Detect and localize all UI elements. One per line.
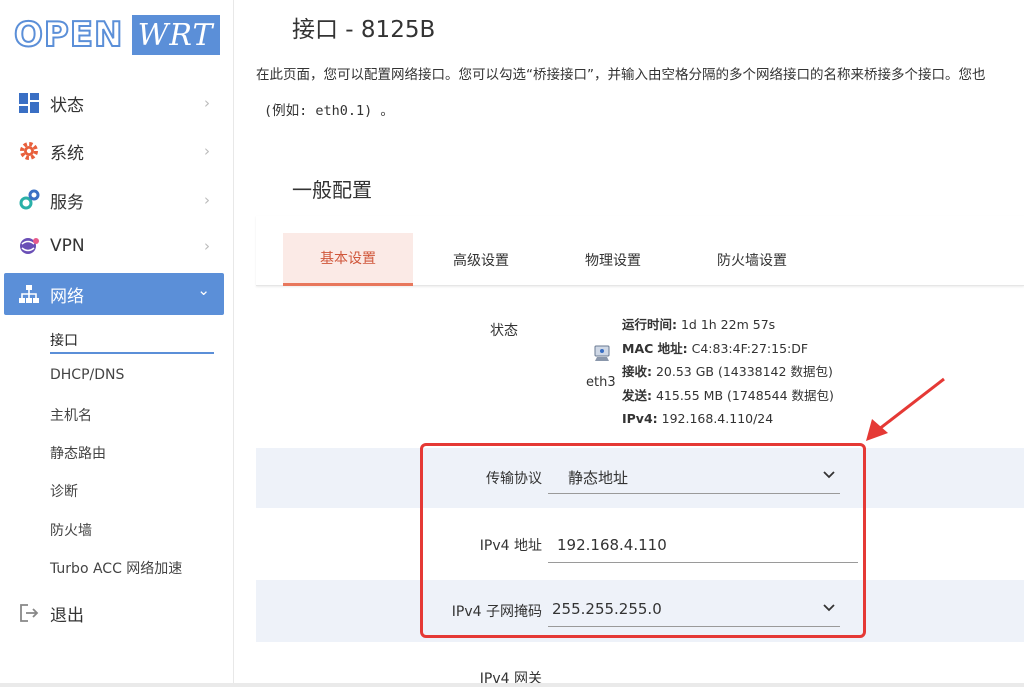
status-details: 运行时间: 1d 1h 22m 57s MAC 地址: C4:83:4F:27:… <box>622 313 834 431</box>
page-title: 接口 - 8125B <box>292 17 436 43</box>
sidebar-item-status[interactable]: 状态 › <box>4 82 224 124</box>
ethernet-port-icon <box>593 344 611 362</box>
status-line-uptime: 运行时间: 1d 1h 22m 57s <box>622 317 776 332</box>
sidebar-subitem-hostnames[interactable]: 主机名 <box>50 405 92 425</box>
active-subitem-underline <box>50 352 214 354</box>
sidebar-subitem-static-routes[interactable]: 静态路由 <box>50 443 106 463</box>
logo-open-text: OPEN <box>13 14 124 56</box>
chevron-right-icon: › <box>204 191 210 209</box>
tab-bar: 基本设置 高级设置 物理设置 防火墙设置 <box>256 216 1024 286</box>
sidebar-item-label: 状态 <box>50 95 84 116</box>
section-title: 一般配置 <box>292 178 372 202</box>
network-icon <box>18 283 40 305</box>
tab-advanced-settings[interactable]: 高级设置 <box>436 233 526 286</box>
services-icon <box>18 189 40 211</box>
sidebar-item-logout[interactable]: 退出 <box>4 592 224 634</box>
page-description-example: (例如: eth0.1) 。 <box>264 103 394 119</box>
sidebar-subitem-interfaces[interactable]: 接口 <box>50 330 78 350</box>
dashboard-icon <box>18 92 40 114</box>
port-name: eth3 <box>586 375 616 390</box>
sidebar-item-system[interactable]: 系统 › <box>4 130 224 172</box>
sidebar-item-label: 网络 <box>50 286 84 307</box>
sidebar-subitem-turbo-acc[interactable]: Turbo ACC 网络加速 <box>50 558 182 578</box>
sidebar-item-label: 系统 <box>50 143 84 164</box>
chevron-down-icon: ⌄ <box>197 281 210 299</box>
sidebar-subitem-dhcp-dns[interactable]: DHCP/DNS <box>50 367 124 383</box>
sidebar-item-label: VPN <box>50 236 85 256</box>
sidebar-item-network[interactable]: 网络 ⌄ <box>4 273 224 315</box>
chevron-right-icon: › <box>204 94 210 112</box>
gear-icon <box>18 140 40 162</box>
logo-wrt-text: WRT <box>131 15 220 55</box>
status-label: 状态 <box>490 323 518 339</box>
annotation-arrow-icon <box>866 377 945 441</box>
tab-physical-settings[interactable]: 物理设置 <box>568 233 658 286</box>
chevron-right-icon: › <box>204 237 210 255</box>
tab-basic-settings[interactable]: 基本设置 <box>283 233 413 286</box>
sidebar-item-vpn[interactable]: VPN › <box>4 225 224 267</box>
sidebar-item-label: 服务 <box>50 192 84 213</box>
tab-firewall-settings[interactable]: 防火墙设置 <box>702 233 802 286</box>
annotation-highlight-box <box>420 443 866 638</box>
sidebar-subitem-diagnostics[interactable]: 诊断 <box>50 481 78 501</box>
sidebar-item-services[interactable]: 服务 › <box>4 179 224 221</box>
sidebar: OPEN WRT 状态 › 系统 › 服务 › VPN › 网络 ⌄ 接口 DH… <box>0 0 234 687</box>
status-line-mac: MAC 地址: C4:83:4F:27:15:DF <box>622 340 809 356</box>
logout-icon <box>18 602 40 624</box>
status-line-ipv4: IPv4: 192.168.4.110/24 <box>622 411 774 426</box>
vpn-icon <box>18 235 40 257</box>
status-line-rx: 接收: 20.53 GB (14338142 数据包) <box>622 364 833 379</box>
page-description: 在此页面，您可以配置网络接口。您可以勾选“桥接接口”，并输入由空格分隔的多个网络… <box>256 67 986 83</box>
chevron-right-icon: › <box>204 142 210 160</box>
bottom-divider <box>0 683 1024 687</box>
status-line-tx: 发送: 415.55 MB (1748544 数据包) <box>622 387 834 403</box>
sidebar-item-label: 退出 <box>50 605 84 626</box>
openwrt-logo[interactable]: OPEN WRT <box>13 14 220 56</box>
form-row-gateway: IPv4 网关 <box>256 642 1024 687</box>
sidebar-subitem-firewall[interactable]: 防火墙 <box>50 520 92 540</box>
